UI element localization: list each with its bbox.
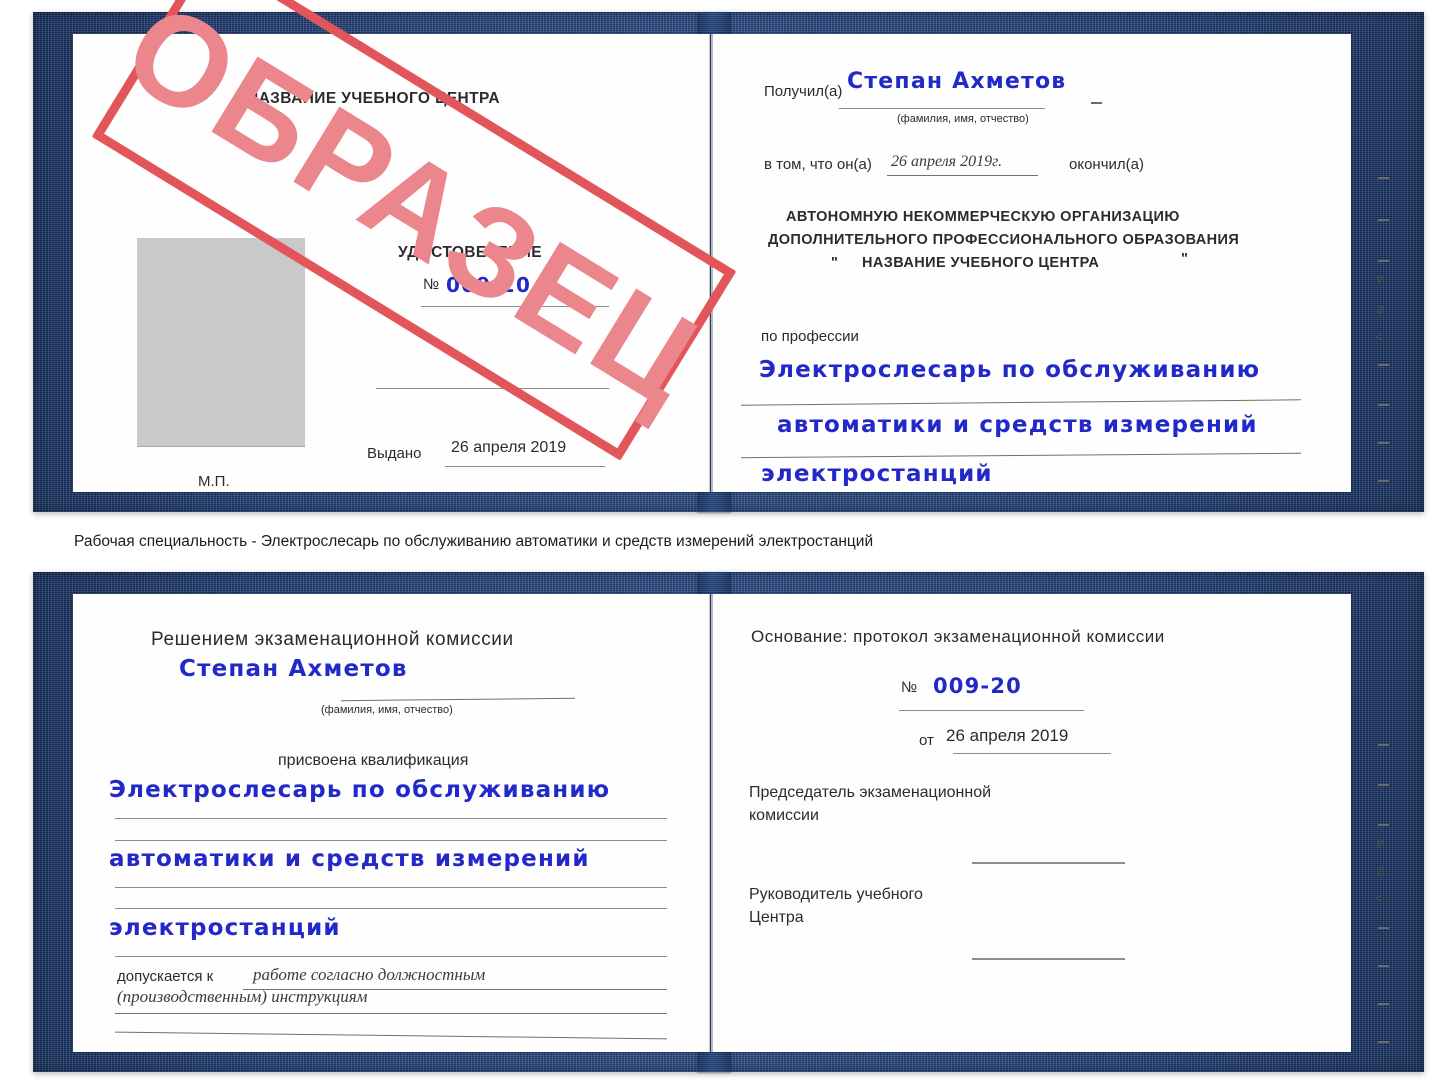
seal-label: М.П. xyxy=(198,473,230,490)
profession-line-3: электростанций xyxy=(761,461,993,487)
head-sign-rule xyxy=(972,958,1125,960)
protocol-date-rule xyxy=(953,753,1111,754)
training-center-header: НАЗВАНИЕ УЧЕБНОГО ЦЕНТРА xyxy=(247,90,500,107)
commission-decision-header: Решением экзаменационной комиссии xyxy=(151,629,514,650)
edge-glyph-5: <- xyxy=(1375,890,1388,906)
student-name: Степан Ахметов xyxy=(179,656,408,682)
qual-rule-3 xyxy=(115,956,667,957)
protocol-date-value: 26 апреля 2019 xyxy=(946,726,1069,745)
org-quote-close: " xyxy=(1181,251,1189,267)
basis-label: Основание: протокол экзаменационной коми… xyxy=(751,627,1165,646)
edge-glyph-2: <- xyxy=(1375,328,1388,344)
in-that-date: 26 апреля 2019г. xyxy=(891,153,1003,170)
profession-line-2: автоматики и средств измерений xyxy=(777,412,1258,438)
finished-label: окончил(а) xyxy=(1069,156,1144,173)
in-that-label: в том, что он(а) xyxy=(764,156,872,173)
protocol-number-rule xyxy=(899,710,1084,711)
edge-glyph-4: а xyxy=(1377,862,1385,878)
edge-dash-l xyxy=(1378,965,1389,967)
in-that-rule xyxy=(887,175,1038,176)
org-line-1: АВТОНОМНУЮ НЕКОММЕРЧЕСКУЮ ОРГАНИЗАЦИЮ xyxy=(786,209,1180,225)
protocol-date-label: от xyxy=(919,732,934,749)
page-bottom-left: Решением экзаменационной комиссии Степан… xyxy=(73,594,710,1052)
chairman-line-2: комиссии xyxy=(749,807,819,824)
qual-rule-2 xyxy=(115,887,667,888)
protocol-number-label: № xyxy=(901,679,918,696)
edge-dash-m xyxy=(1378,1003,1389,1005)
edge-dash-f xyxy=(1378,442,1389,444)
name-rule xyxy=(341,697,575,702)
qualification-line-1: Электрослесарь по обслуживанию xyxy=(109,777,611,803)
head-line-2: Центра xyxy=(749,909,804,926)
certificate-title: УДОСТОВЕРЕНИЕ xyxy=(398,244,542,261)
photo-bottom-rule xyxy=(137,446,305,447)
edge-dash-e xyxy=(1378,404,1389,406)
caption-text: Рабочая специальность - Электрослесарь п… xyxy=(74,533,874,550)
chairman-line-1: Председатель экзаменационной xyxy=(749,784,992,801)
qual-rule-1 xyxy=(115,818,667,819)
received-rule xyxy=(839,108,1045,109)
edge-glyph-3: и xyxy=(1377,834,1385,850)
qualification-line-3: электростанций xyxy=(109,915,341,941)
org-line-3: НАЗВАНИЕ УЧЕБНОГО ЦЕНТРА xyxy=(862,255,1100,271)
head-line-1: Руководитель учебного xyxy=(749,886,923,903)
blank-rule-1 xyxy=(376,388,609,389)
page-top-right: Получил(а) Степан Ахметов (фамилия, имя,… xyxy=(711,34,1351,492)
admitted-rule-2 xyxy=(115,1013,667,1014)
issued-value: 26 апреля 2019 xyxy=(451,439,567,456)
admitted-line-2: (производственным) инструкциям xyxy=(117,987,368,1006)
chairman-sign-rule xyxy=(972,862,1125,864)
received-label: Получил(а) xyxy=(764,83,843,100)
edge-dash-0 xyxy=(1091,102,1102,104)
org-line-2: ДОПОЛНИТЕЛЬНОГО ПРОФЕССИОНАЛЬНОГО ОБРАЗО… xyxy=(768,232,1240,248)
photo-placeholder xyxy=(137,238,305,446)
edge-glyph-1: а xyxy=(1377,300,1385,316)
qualification-line-2: автоматики и средств измерений xyxy=(109,846,590,872)
edge-dash-d xyxy=(1378,364,1389,366)
edge-glyph-0: и xyxy=(1377,270,1385,286)
edge-dash-g xyxy=(1378,480,1389,482)
number-rule xyxy=(421,306,609,307)
profession-label: по профессии xyxy=(761,328,859,345)
spine-fold-bottom xyxy=(711,594,713,1052)
issued-label: Выдано xyxy=(367,445,422,462)
qual-rule-2b xyxy=(115,908,667,909)
received-value: Степан Ахметов xyxy=(847,69,1067,94)
edge-dash-h xyxy=(1378,744,1389,746)
qual-rule-1b xyxy=(115,840,667,841)
certificate-bottom: Решением экзаменационной комиссии Степан… xyxy=(33,572,1424,1072)
certificate-top: НАЗВАНИЕ УЧЕБНОГО ЦЕНТРА УДОСТОВЕРЕНИЕ №… xyxy=(33,12,1424,512)
name-hint: (фамилия, имя, отчество) xyxy=(897,113,1029,125)
edge-dash-n xyxy=(1378,1041,1389,1043)
profession-line-1: Электрослесарь по обслуживанию xyxy=(759,357,1261,383)
page-bottom-right: Основание: протокол экзаменационной коми… xyxy=(711,594,1351,1052)
issued-rule xyxy=(445,466,605,467)
edge-dash-j xyxy=(1378,824,1389,826)
edge-dash-b xyxy=(1378,219,1389,221)
org-quote-open: " xyxy=(831,255,839,271)
name-hint-bottom: (фамилия, имя, отчество) xyxy=(321,704,453,716)
number-value: 009-20 xyxy=(446,273,532,297)
profession-rule-1 xyxy=(741,399,1301,406)
edge-dash-i xyxy=(1378,784,1389,786)
protocol-number-value: 009-20 xyxy=(933,674,1022,698)
profession-rule-2 xyxy=(741,452,1301,459)
number-label: № xyxy=(423,276,440,293)
qualification-label: присвоена квалификация xyxy=(278,752,469,769)
page-top-left: НАЗВАНИЕ УЧЕБНОГО ЦЕНТРА УДОСТОВЕРЕНИЕ №… xyxy=(73,34,710,492)
edge-dash-a xyxy=(1378,177,1389,179)
admitted-line-1: работе согласно должностным xyxy=(253,965,486,984)
edge-dash-c xyxy=(1378,260,1389,262)
admitted-label: допускается к xyxy=(117,968,214,985)
admitted-rule-3 xyxy=(115,1031,667,1040)
spine-fold-top xyxy=(711,34,713,492)
edge-dash-k xyxy=(1378,927,1389,929)
